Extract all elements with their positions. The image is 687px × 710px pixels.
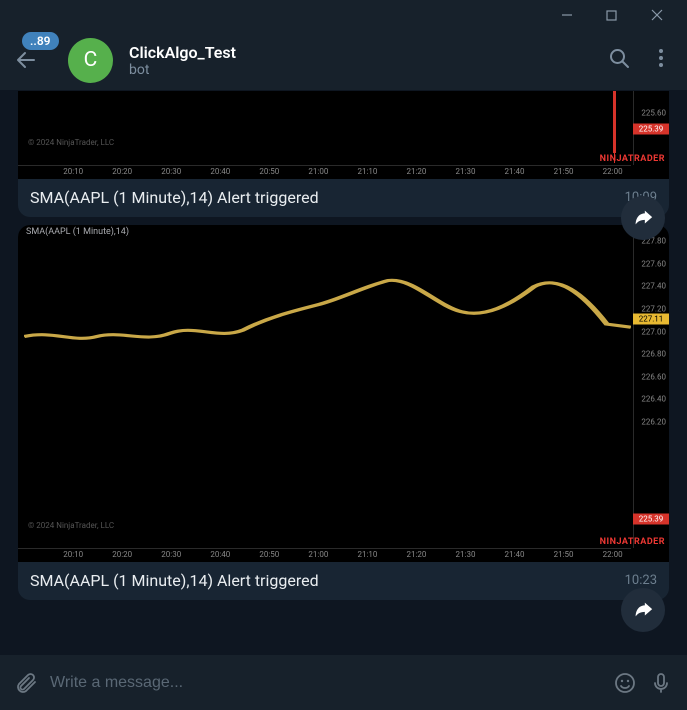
share-button[interactable] <box>621 588 665 632</box>
chart-image[interactable]: 225.60 225.39 20:10 20:20 20:30 20:40 20… <box>18 91 669 179</box>
y-tick: 227.60 <box>641 259 666 268</box>
chat-avatar[interactable]: C <box>68 38 113 83</box>
x-tick: 20:50 <box>259 550 279 559</box>
message[interactable]: SMA(AAPL (1 Minute),14) 227.80 227.60 22… <box>18 225 669 600</box>
search-button[interactable] <box>607 46 631 74</box>
voice-button[interactable] <box>649 671 673 695</box>
x-tick: 20:40 <box>210 167 230 176</box>
x-tick: 20:50 <box>259 167 279 176</box>
message-list[interactable]: 225.60 225.39 20:10 20:20 20:30 20:40 20… <box>0 91 687 655</box>
chart-watermark: NINJATRADER <box>600 537 665 547</box>
chat-header: ..89 C ClickAlgo_Test bot <box>0 30 687 91</box>
menu-button[interactable] <box>649 46 673 74</box>
chart-watermark: NINJATRADER <box>600 154 665 164</box>
x-tick: 20:30 <box>161 167 181 176</box>
x-tick: 21:50 <box>554 550 574 559</box>
paperclip-icon <box>14 671 38 695</box>
x-tick: 21:30 <box>456 167 476 176</box>
window-minimize-button[interactable] <box>544 0 589 30</box>
microphone-icon <box>649 671 673 695</box>
message-input[interactable] <box>50 674 601 692</box>
chart-copyright: © 2024 NinjaTrader, LLC <box>28 138 114 147</box>
x-tick: 20:10 <box>63 550 83 559</box>
sma-line <box>24 237 631 548</box>
x-tick: 21:40 <box>505 167 525 176</box>
message[interactable]: 225.60 225.39 20:10 20:20 20:30 20:40 20… <box>18 91 669 217</box>
arrow-left-icon <box>14 48 38 72</box>
y-tick: 226.20 <box>641 418 666 427</box>
x-tick: 21:20 <box>406 167 426 176</box>
more-vertical-icon <box>649 46 673 70</box>
x-tick: 20:20 <box>112 550 132 559</box>
search-icon <box>607 46 631 70</box>
x-tick: 21:20 <box>406 550 426 559</box>
y-tick: 226.80 <box>641 350 666 359</box>
candlestick-area <box>24 103 631 165</box>
window-close-button[interactable] <box>634 0 679 30</box>
price-marker-last: 225.39 <box>633 124 669 135</box>
share-icon <box>632 207 654 229</box>
back-button[interactable]: ..89 <box>14 48 38 72</box>
y-tick: 226.60 <box>641 372 666 381</box>
chart-copyright: © 2024 NinjaTrader, LLC <box>28 521 114 530</box>
chart-x-axis: 20:10 20:20 20:30 20:40 20:50 21:00 21:1… <box>18 548 631 560</box>
attach-button[interactable] <box>14 671 38 695</box>
chat-title-block[interactable]: ClickAlgo_Test bot <box>129 43 597 78</box>
unread-count-badge: ..89 <box>22 32 59 50</box>
share-icon <box>632 599 654 621</box>
y-tick: 227.00 <box>641 327 666 336</box>
caption-text: SMA(AAPL (1 Minute),14) Alert triggered <box>30 571 319 590</box>
price-marker-last: 225.39 <box>633 513 669 524</box>
x-tick: 21:00 <box>308 167 328 176</box>
x-tick: 21:10 <box>357 167 377 176</box>
caption-text: SMA(AAPL (1 Minute),14) Alert triggered <box>30 188 319 207</box>
x-tick: 21:30 <box>456 550 476 559</box>
y-tick: 227.40 <box>641 282 666 291</box>
message-caption: SMA(AAPL (1 Minute),14) Alert triggered … <box>18 562 669 600</box>
chart-image[interactable]: SMA(AAPL (1 Minute),14) 227.80 227.60 22… <box>18 225 669 562</box>
x-tick: 21:50 <box>554 167 574 176</box>
window-titlebar <box>0 0 687 30</box>
window-maximize-button[interactable] <box>589 0 634 30</box>
message-caption: SMA(AAPL (1 Minute),14) Alert triggered … <box>18 179 669 217</box>
price-marker-sma: 227.11 <box>633 313 669 324</box>
x-tick: 22:00 <box>603 550 623 559</box>
message-time: 10:23 <box>625 573 657 588</box>
y-tick: 227.20 <box>641 304 666 313</box>
chart-overlay-title: SMA(AAPL (1 Minute),14) <box>26 227 129 237</box>
chat-name: ClickAlgo_Test <box>129 43 597 62</box>
x-tick: 21:40 <box>505 550 525 559</box>
chart-x-axis: 20:10 20:20 20:30 20:40 20:50 21:00 21:1… <box>18 165 631 177</box>
x-tick: 20:20 <box>112 167 132 176</box>
x-tick: 21:00 <box>308 550 328 559</box>
y-tick: 225.60 <box>641 109 666 118</box>
smile-icon <box>613 671 637 695</box>
x-tick: 20:40 <box>210 550 230 559</box>
chart-y-axis: 227.80 227.60 227.40 227.20 227.11 227.0… <box>633 225 669 548</box>
emoji-button[interactable] <box>613 671 637 695</box>
y-tick: 226.40 <box>641 395 666 404</box>
x-tick: 22:00 <box>603 167 623 176</box>
x-tick: 21:10 <box>357 550 377 559</box>
message-composer <box>0 655 687 710</box>
x-tick: 20:30 <box>161 550 181 559</box>
chat-subtitle: bot <box>129 62 597 78</box>
x-tick: 20:10 <box>63 167 83 176</box>
share-button[interactable] <box>621 196 665 240</box>
